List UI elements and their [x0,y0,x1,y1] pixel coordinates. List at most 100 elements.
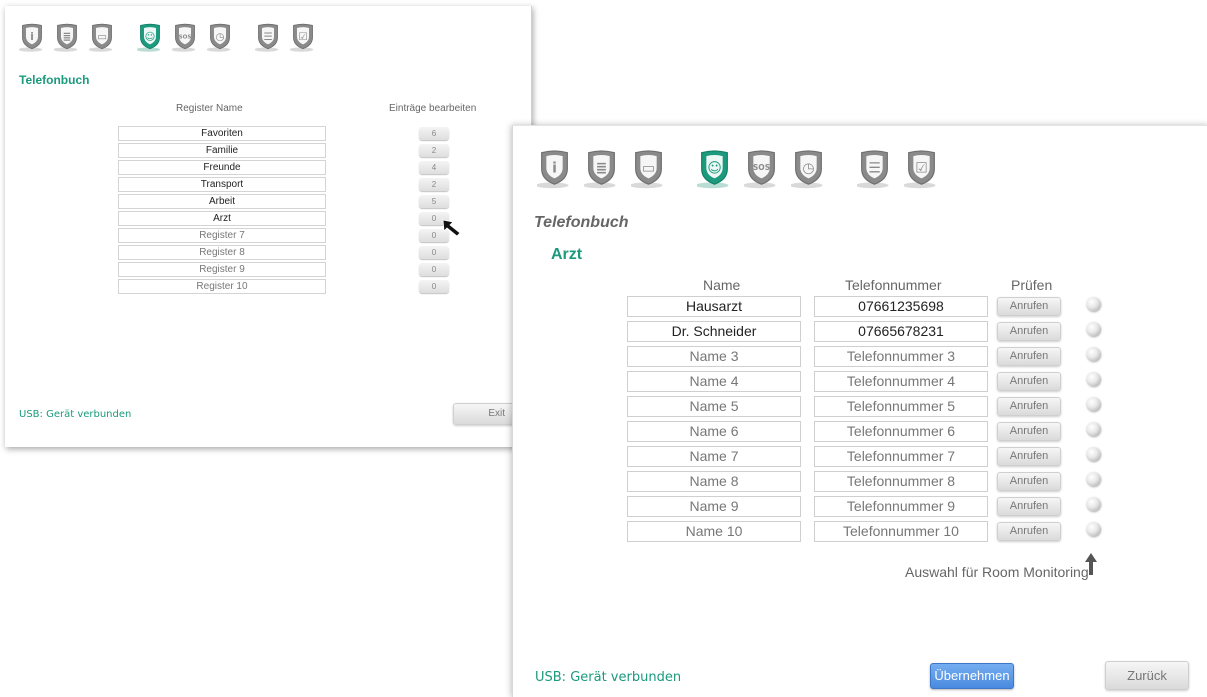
nav-intercom[interactable]: ▭ [89,22,115,53]
contact-phone-field[interactable]: Telefonnummer 3 [814,346,988,367]
call-button[interactable]: Anrufen [997,422,1061,441]
contact-phone-field[interactable]: Telefonnummer 9 [814,496,988,517]
alarm-clock-icon: ◷ [791,150,823,189]
room-monitoring-radio[interactable] [1086,522,1100,536]
nav-intercom[interactable]: ▭ [631,148,666,190]
contact-name-field[interactable]: Name 5 [627,396,801,417]
register-name-field[interactable]: Freunde [118,160,326,175]
edit-entries-button[interactable]: 2 [419,144,449,157]
contact-name-field[interactable]: Name 10 [627,521,801,542]
room-monitoring-radio[interactable] [1086,447,1100,461]
contact-name-field[interactable]: Name 9 [627,496,801,517]
nav-alarm-clock[interactable]: ◷ [791,148,826,190]
register-name-field[interactable]: Register 7 [118,228,326,243]
arrow-up-icon [1085,553,1097,575]
contact-name-field[interactable]: Name 7 [627,446,801,467]
edit-entries-button[interactable]: 0 [419,280,449,293]
edit-entries-button[interactable]: 2 [419,178,449,191]
register-name-field[interactable]: Register 10 [118,279,326,294]
column-header-check: Prüfen [1011,277,1053,293]
room-monitoring-radio[interactable] [1086,297,1100,311]
intercom-icon: ▭ [631,150,663,189]
call-button[interactable]: Anrufen [997,497,1061,516]
contact-name-field[interactable]: Hausarzt [627,296,801,317]
contact-name-field[interactable]: Name 6 [627,421,801,442]
call-button[interactable]: Anrufen [997,297,1061,316]
nav-alarm-clock[interactable]: ◷ [207,22,233,53]
exit-button[interactable]: Exit [453,403,515,425]
room-monitoring-radio[interactable] [1086,472,1100,486]
back-button[interactable]: Zurück [1105,661,1189,690]
sos-icon: SOS [172,23,196,52]
register-name-field[interactable]: Arzt [118,211,326,226]
svg-text:◷: ◷ [215,31,224,43]
register-name-field[interactable]: Arbeit [118,194,326,209]
nav-display-check[interactable]: ☑ [290,22,316,53]
mouse-cursor-icon [442,219,461,237]
contact-phone-field[interactable]: Telefonnummer 7 [814,446,988,467]
nav-phonebook[interactable]: ☺ [137,22,163,53]
register-name-field[interactable]: Register 8 [118,245,326,260]
svg-text:☺: ☺ [145,31,156,43]
apply-button[interactable]: Übernehmen [930,663,1014,689]
contact-phone-field[interactable]: Telefonnummer 4 [814,371,988,392]
nav-settings-sliders[interactable]: ☰ [857,148,892,190]
register-name-field[interactable]: Register 9 [118,262,326,277]
call-button[interactable]: Anrufen [997,322,1061,341]
contact-name-field[interactable]: Name 4 [627,371,801,392]
contact-phone-field[interactable]: 07665678231 [814,321,988,342]
contact-name-field[interactable]: Name 3 [627,346,801,367]
nav-contacts-list[interactable]: ≣ [584,148,619,190]
register-name-field[interactable]: Transport [118,177,326,192]
contact-phone-field[interactable]: Telefonnummer 5 [814,396,988,417]
contact-phone-field[interactable]: Telefonnummer 6 [814,421,988,442]
contact-phone-field[interactable]: 07661235698 [814,296,988,317]
room-monitoring-radio[interactable] [1086,372,1100,386]
room-monitoring-radio[interactable] [1086,347,1100,361]
call-button[interactable]: Anrufen [997,447,1061,466]
contact-name-field[interactable]: Dr. Schneider [627,321,801,342]
room-monitoring-radio[interactable] [1086,422,1100,436]
alarm-clock-icon: ◷ [207,23,231,52]
call-button[interactable]: Anrufen [997,472,1061,491]
nav-sos[interactable]: SOS [172,22,198,53]
intercom-icon: ▭ [89,23,113,52]
room-monitoring-label: Auswahl für Room Monitoring [905,564,1089,580]
phonebook-registers-window: i ≣ ▭ ☺ SOS ◷ ☰ ☑ Telefonbuch Register Name Ein… [5,6,532,447]
contact-phone-field[interactable]: Telefonnummer 10 [814,521,988,542]
edit-entries-button[interactable]: 0 [419,263,449,276]
edit-entries-button[interactable]: 6 [419,127,449,140]
usb-status: USB: Gerät verbunden [535,670,682,685]
svg-text:☺: ☺ [707,161,722,177]
nav-icon-bar: i ≣ ▭ ☺ SOS ◷ ☰ ☑ [537,148,951,190]
column-header-name: Name [703,277,741,293]
call-button[interactable]: Anrufen [997,372,1061,391]
phonebook-icon: ☺ [697,150,729,189]
nav-settings-sliders[interactable]: ☰ [255,22,281,53]
settings-sliders-icon: ☰ [255,23,279,52]
nav-contacts-list[interactable]: ≣ [54,22,80,53]
nav-info[interactable]: i [19,22,45,53]
nav-info[interactable]: i [537,148,572,190]
column-header-register-name: Register Name [176,103,243,114]
contact-phone-field[interactable]: Telefonnummer 8 [814,471,988,492]
usb-status: USB: Gerät verbunden [19,409,132,420]
room-monitoring-radio[interactable] [1086,397,1100,411]
register-name-field[interactable]: Favoriten [118,126,326,141]
nav-sos[interactable]: SOS [744,148,779,190]
edit-entries-button[interactable]: 0 [419,246,449,259]
nav-display-check[interactable]: ☑ [904,148,939,190]
contacts-list-icon: ≣ [54,23,78,52]
page-title: Telefonbuch [19,73,90,87]
room-monitoring-radio[interactable] [1086,322,1100,336]
nav-phonebook[interactable]: ☺ [697,148,732,190]
call-button[interactable]: Anrufen [997,397,1061,416]
nav-icon-bar: i ≣ ▭ ☺ SOS ◷ ☰ ☑ [19,22,325,53]
call-button[interactable]: Anrufen [997,347,1061,366]
call-button[interactable]: Anrufen [997,522,1061,541]
register-name-field[interactable]: Familie [118,143,326,158]
edit-entries-button[interactable]: 5 [419,195,449,208]
room-monitoring-radio[interactable] [1086,497,1100,511]
edit-entries-button[interactable]: 4 [419,161,449,174]
contact-name-field[interactable]: Name 8 [627,471,801,492]
